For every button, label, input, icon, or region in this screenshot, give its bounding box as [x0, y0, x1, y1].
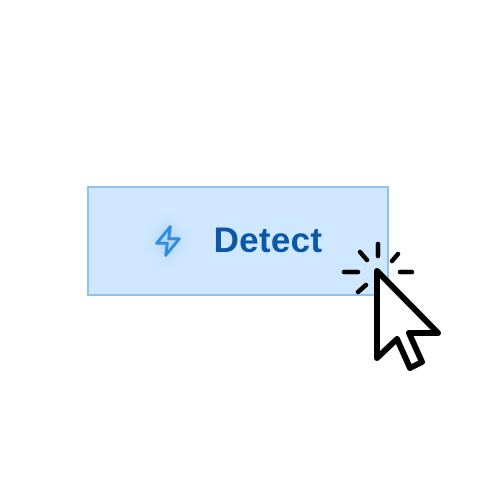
canvas: Detect — [0, 0, 500, 500]
detect-button-label: Detect — [213, 221, 323, 260]
lightning-bolt-icon — [148, 221, 188, 261]
pointer-click-cursor-icon — [341, 241, 441, 371]
